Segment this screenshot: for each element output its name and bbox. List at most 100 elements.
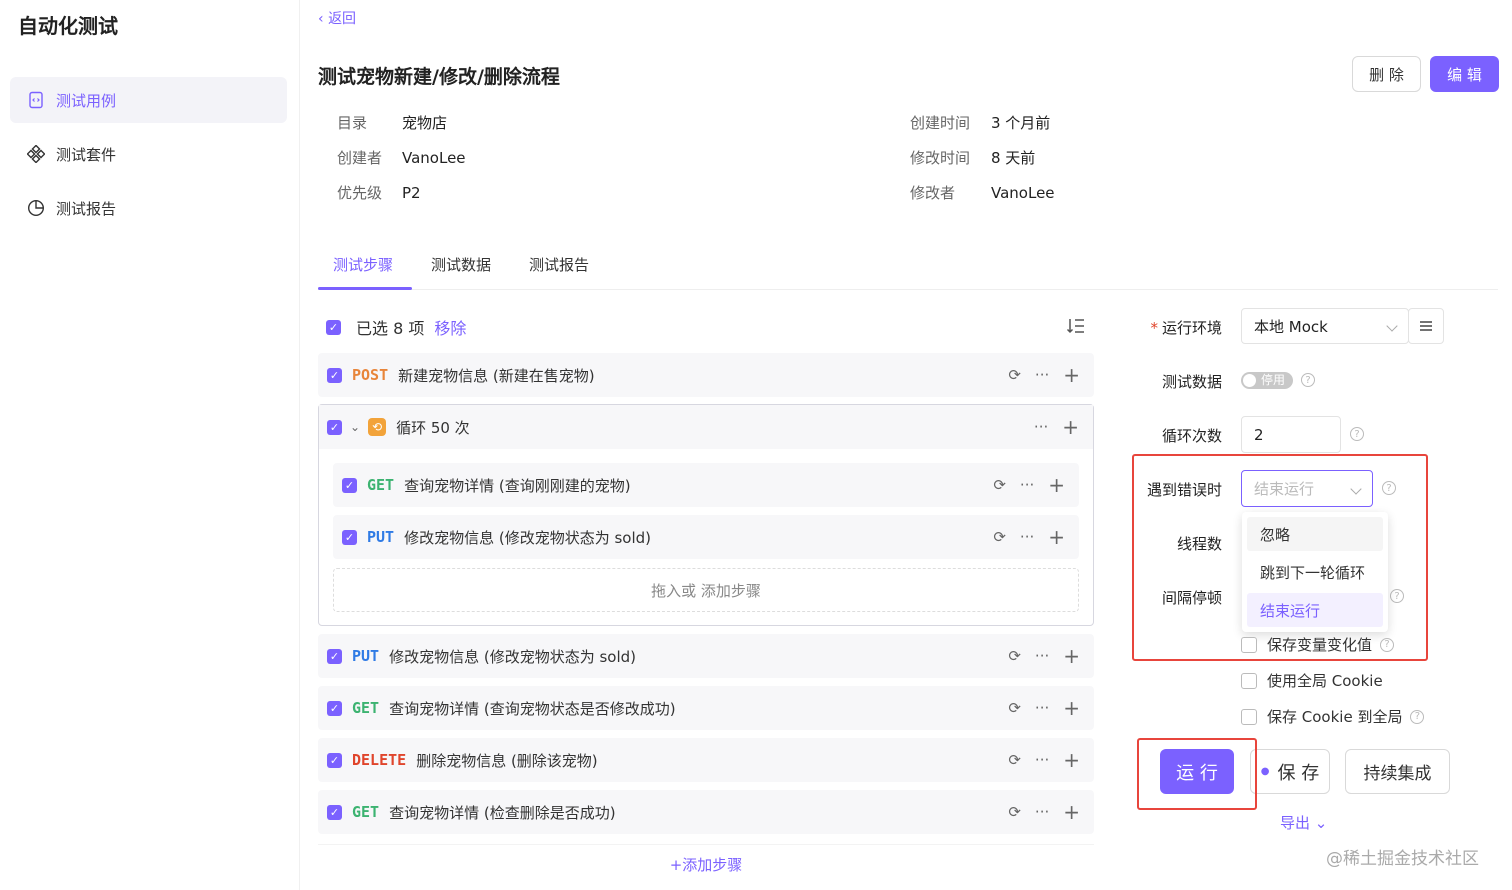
chevron-left-icon: ‹ (318, 11, 329, 27)
sidebar-item-test-reports[interactable]: 测试报告 (10, 185, 287, 231)
step-checkbox[interactable]: ✓ (327, 804, 342, 820)
step-checkbox[interactable]: ✓ (342, 477, 357, 493)
save-cookie-checkbox[interactable] (1241, 708, 1257, 725)
meta-modified-time: 修改时间 8 天前 (910, 147, 1035, 168)
loop-count-value: 2 (1254, 425, 1264, 444)
tab-test-data[interactable]: 测试数据 (431, 254, 491, 275)
tab-test-reports[interactable]: 测试报告 (529, 254, 589, 275)
step-name: 查询宠物详情 (检查删除是否成功) (389, 803, 616, 822)
more-icon[interactable]: ··· (1035, 699, 1049, 717)
more-icon[interactable]: ··· (1020, 528, 1034, 546)
step-checkbox[interactable]: ✓ (327, 700, 342, 716)
sidebar-item-test-cases[interactable]: 测试用例 (10, 77, 287, 123)
meta-directory: 目录 宠物店 (337, 112, 447, 133)
step-row[interactable]: ✓ PUT 修改宠物信息 (修改宠物状态为 sold) ⟳ ··· + (333, 515, 1079, 559)
required-mark: * (1150, 319, 1158, 337)
sidebar-item-label: 测试报告 (56, 199, 117, 218)
env-value: 本地 Mock (1254, 317, 1328, 336)
more-icon[interactable]: ··· (1035, 751, 1049, 769)
meta-creator: 创建者 VanoLee (337, 147, 466, 168)
sync-icon[interactable]: ⟳ (1008, 366, 1021, 384)
save-cookie-checkbox-row[interactable]: 保存 Cookie 到全局 ? (1241, 706, 1425, 727)
meta-key: 目录 (337, 114, 368, 132)
sync-icon[interactable]: ⟳ (993, 528, 1006, 546)
doc-icon (26, 90, 46, 110)
step-row[interactable]: ✓ DELETE 删除宠物信息 (删除该宠物) ⟳ ··· + (318, 738, 1094, 782)
step-row[interactable]: ✓ GET 查询宠物详情 (查询宠物状态是否修改成功) ⟳ ··· + (318, 686, 1094, 730)
step-row[interactable]: ✓ GET 查询宠物详情 (查询刚刚建的宠物) ⟳ ··· + (333, 463, 1079, 507)
save-button[interactable]: ● 保 存 (1250, 749, 1330, 794)
loop-count-input[interactable]: 2 (1241, 416, 1341, 453)
watermark: @稀土掘金技术社区 (1326, 849, 1479, 869)
global-cookie-checkbox[interactable] (1241, 672, 1257, 689)
help-icon[interactable]: ? (1410, 709, 1425, 724)
add-icon[interactable]: + (1063, 644, 1080, 668)
global-cookie-checkbox-row[interactable]: 使用全局 Cookie (1241, 670, 1383, 691)
meta-key: 创建者 (337, 149, 383, 167)
more-icon[interactable]: ··· (1034, 418, 1048, 436)
meta-priority: 优先级 P2 (337, 182, 421, 203)
sync-icon[interactable]: ⟳ (1008, 647, 1021, 665)
env-select[interactable]: 本地 Mock (1241, 308, 1409, 344)
add-icon[interactable]: + (1063, 696, 1080, 720)
env-menu-button[interactable] (1408, 308, 1444, 344)
more-icon[interactable]: ··· (1035, 366, 1049, 384)
loop-checkbox[interactable]: ✓ (327, 419, 342, 435)
method-badge: GET (367, 476, 395, 494)
chevron-down-icon: ⌄ (1314, 814, 1328, 832)
add-icon[interactable]: + (1063, 363, 1080, 387)
step-name: 删除宠物信息 (删除该宠物) (416, 751, 598, 770)
edit-button[interactable]: 编 辑 (1430, 56, 1499, 92)
add-icon[interactable]: + (1048, 525, 1065, 549)
meta-key: 修改者 (910, 184, 956, 202)
step-name: 查询宠物详情 (查询宠物状态是否修改成功) (389, 699, 676, 718)
sync-icon[interactable]: ⟳ (1008, 699, 1021, 717)
meta-value: VanoLee (402, 149, 466, 167)
loop-count-label: 循环次数 (1161, 427, 1222, 445)
help-icon[interactable]: ? (1301, 373, 1315, 387)
toggle-knob (1243, 374, 1256, 387)
step-row[interactable]: ✓ POST 新建宠物信息 (新建在售宠物) ⟳ ··· + (318, 353, 1094, 397)
more-icon[interactable]: ··· (1035, 647, 1049, 665)
step-checkbox[interactable]: ✓ (327, 648, 342, 664)
toggle-text: 停用 (1261, 373, 1286, 387)
add-icon[interactable]: + (1062, 415, 1079, 439)
test-data-label: 测试数据 (1161, 373, 1222, 391)
sidebar-item-test-suites[interactable]: 测试套件 (10, 131, 287, 177)
ci-button[interactable]: 持续集成 (1345, 749, 1450, 794)
select-all-checkbox[interactable]: ✓ (326, 319, 341, 335)
page-title: 测试宠物新建/修改/删除流程 (318, 66, 560, 88)
chevron-down-icon[interactable]: ⌄ (350, 420, 360, 434)
step-row[interactable]: ✓ PUT 修改宠物信息 (修改宠物状态为 sold) ⟳ ··· + (318, 634, 1094, 678)
drop-zone[interactable]: 拖入或 添加步骤 (333, 568, 1079, 612)
add-icon[interactable]: + (1063, 800, 1080, 824)
meta-value: 8 天前 (991, 149, 1036, 167)
add-step-button[interactable]: +添加步骤 (318, 844, 1094, 884)
remove-link[interactable]: 移除 (434, 315, 466, 339)
more-icon[interactable]: ··· (1035, 803, 1049, 821)
add-icon[interactable]: + (1063, 748, 1080, 772)
test-data-toggle[interactable]: 停用 (1241, 372, 1293, 389)
step-checkbox[interactable]: ✓ (327, 752, 342, 768)
meta-key: 优先级 (337, 184, 383, 202)
tab-test-steps[interactable]: 测试步骤 (333, 254, 393, 275)
more-icon[interactable]: ··· (1020, 476, 1034, 494)
help-icon[interactable]: ? (1350, 427, 1364, 441)
sync-icon[interactable]: ⟳ (1008, 803, 1021, 821)
loop-group: ✓ ⌄ ⟲ 循环 50 次 ··· + ✓ GET 查询宠物详情 (查询刚刚建的… (318, 404, 1094, 626)
add-icon[interactable]: + (1048, 473, 1065, 497)
export-label: 导出 (1280, 814, 1311, 832)
step-row[interactable]: ✓ GET 查询宠物详情 (检查删除是否成功) ⟳ ··· + (318, 790, 1094, 834)
back-link[interactable]: ‹ 返回 (318, 8, 356, 28)
loop-header[interactable]: ✓ ⌄ ⟲ 循环 50 次 ··· + (319, 405, 1093, 449)
delete-button[interactable]: 删 除 (1352, 56, 1421, 92)
export-dropdown[interactable]: 导出 ⌄ (1280, 812, 1327, 833)
step-checkbox[interactable]: ✓ (327, 367, 342, 383)
meta-key: 修改时间 (910, 149, 971, 167)
sort-list-icon[interactable] (1066, 317, 1086, 339)
back-label: 返回 (328, 11, 357, 27)
step-checkbox[interactable]: ✓ (342, 529, 357, 545)
sync-icon[interactable]: ⟳ (1008, 751, 1021, 769)
sync-icon[interactable]: ⟳ (993, 476, 1006, 494)
meta-value: VanoLee (991, 184, 1055, 202)
